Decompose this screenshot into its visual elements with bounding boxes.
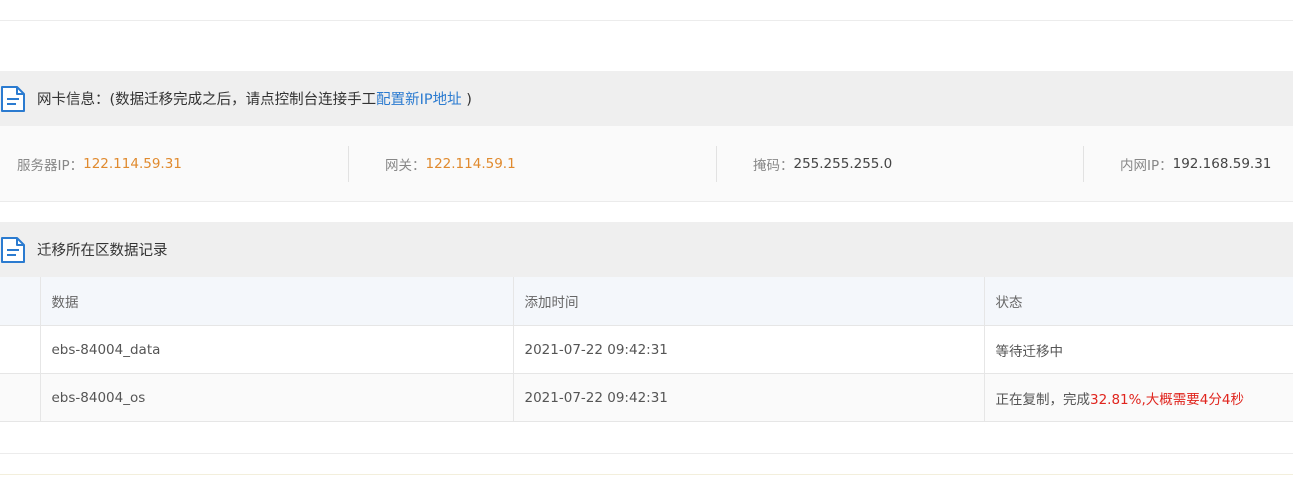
records-header: 迁移所在区数据记录 (0, 222, 1293, 277)
server-ip-value: 122.114.59.31 (83, 156, 182, 172)
cell-time: 2021-07-22 09:42:31 (513, 373, 985, 422)
netmask-label: 掩码： (753, 158, 794, 174)
cell-status: 等待迁移中 (984, 325, 1293, 374)
netmask-field: 掩码： 255.255.255.0 (753, 146, 892, 182)
server-ip-label: 服务器IP： (17, 158, 84, 174)
configure-ip-link[interactable]: 配置新IP地址 (376, 92, 462, 108)
table-row: ebs-84004_data 2021-07-22 09:42:31 等待迁移中 (0, 325, 1293, 374)
divider (716, 146, 717, 182)
netcard-title-text: 网卡信息：(数据迁移完成之后，请点控制台连接手工 (37, 92, 377, 108)
cell-data: ebs-84004_data (40, 325, 514, 374)
gutter-cell (0, 373, 41, 422)
document-icon (0, 235, 26, 265)
bottom-divider (0, 453, 1293, 454)
divider (1083, 146, 1084, 182)
internal-ip-field: 内网IP： 192.168.59.31 (1120, 146, 1271, 182)
netcard-header: 网卡信息：(数据迁移完成之后，请点控制台连接手工配置新IP地址 ) (0, 71, 1293, 126)
gutter-cell (0, 325, 41, 374)
cell-status: 正在复制，完成32.81%,大概需要4分4秒 (984, 373, 1293, 422)
records-title: 迁移所在区数据记录 (37, 243, 168, 259)
top-divider (0, 20, 1293, 21)
gutter-cell (0, 277, 41, 326)
internal-ip-value: 192.168.59.31 (1172, 156, 1272, 172)
netcard-title: 网卡信息：(数据迁移完成之后，请点控制台连接手工配置新IP地址 ) (37, 88, 472, 109)
table-header-row: 数据 添加时间 状态 (0, 277, 1293, 326)
netmask-value: 255.255.255.0 (793, 156, 893, 172)
column-header-status[interactable]: 状态 (984, 277, 1293, 326)
internal-ip-label: 内网IP： (1120, 158, 1173, 174)
status-prefix: 正在复制，完成 (995, 391, 1091, 408)
divider (348, 146, 349, 182)
column-header-data[interactable]: 数据 (40, 277, 514, 326)
progress-percent: 32.81% (1090, 391, 1142, 408)
server-ip-field: 服务器IP： 122.114.59.31 (17, 146, 182, 182)
cell-data: ebs-84004_os (40, 373, 514, 422)
netcard-title-suffix: ) (461, 92, 472, 108)
bottom-divider (0, 474, 1293, 475)
cell-time: 2021-07-22 09:42:31 (513, 325, 985, 374)
records-table: 数据 添加时间 状态 ebs-84004_data 2021-07-22 09:… (0, 277, 1293, 422)
netcard-info-row: 服务器IP： 122.114.59.31 网关： 122.114.59.1 掩码… (0, 126, 1293, 202)
gateway-label: 网关： (385, 158, 426, 174)
gateway-field: 网关： 122.114.59.1 (385, 146, 516, 182)
status-mid: ,大概需要 (1141, 391, 1200, 408)
column-header-time[interactable]: 添加时间 (513, 277, 985, 326)
eta-value: 4分4秒 (1199, 391, 1244, 408)
table-row: ebs-84004_os 2021-07-22 09:42:31 正在复制，完成… (0, 373, 1293, 422)
gateway-value: 122.114.59.1 (425, 156, 516, 172)
document-icon (0, 84, 26, 114)
